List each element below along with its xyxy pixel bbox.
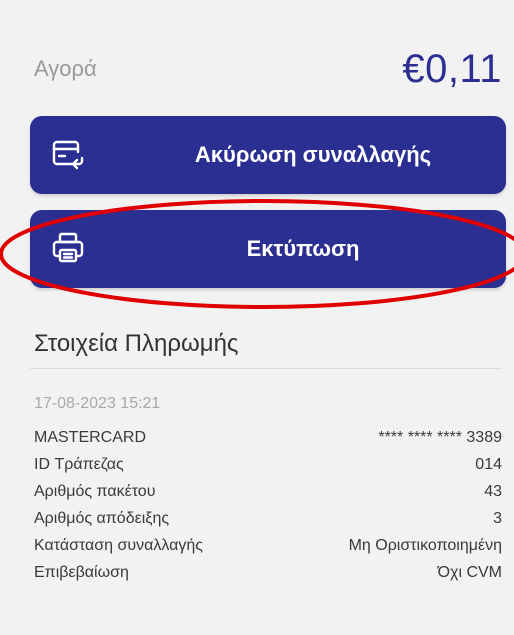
print-button[interactable]: Εκτύπωση <box>30 210 506 288</box>
detail-label: Κατάσταση συναλλαγής <box>34 536 203 554</box>
payment-details-list: MASTERCARD **** **** **** 3389 ID Τράπεζ… <box>34 424 502 586</box>
print-label: Εκτύπωση <box>246 236 360 261</box>
purchase-label: Αγορά <box>34 56 97 81</box>
detail-row-card: MASTERCARD **** **** **** 3389 <box>34 424 502 451</box>
transaction-date: 17-08-2023 15:21 <box>34 395 161 412</box>
detail-label: Αριθμός πακέτου <box>34 482 156 500</box>
detail-value: 3 <box>493 509 502 527</box>
detail-value: **** **** **** 3389 <box>378 428 502 446</box>
detail-label: Αριθμός απόδειξης <box>34 509 170 527</box>
detail-label: ID Τράπεζας <box>34 455 124 473</box>
detail-value: Μη Οριστικοποιημένη <box>348 536 502 554</box>
detail-row-receipt-number: Αριθμός απόδειξης 3 <box>34 505 502 532</box>
detail-value: 43 <box>484 482 502 500</box>
purchase-amount: €0,11 <box>402 46 502 91</box>
section-divider <box>30 368 502 369</box>
detail-row-transaction-status: Κατάσταση συναλλαγής Μη Οριστικοποιημένη <box>34 532 502 559</box>
detail-row-bank-id: ID Τράπεζας 014 <box>34 451 502 478</box>
detail-value: Όχι CVM <box>437 563 502 581</box>
cancel-transaction-button[interactable]: Ακύρωση συναλλαγής <box>30 116 506 194</box>
detail-row-batch-number: Αριθμός πακέτου 43 <box>34 478 502 505</box>
payment-details-title: Στοιχεία Πληρωμής <box>34 330 239 357</box>
detail-row-verification: Επιβεβαίωση Όχι CVM <box>34 559 502 586</box>
detail-value: 014 <box>475 455 502 473</box>
purchase-summary: Αγορά €0,11 <box>34 44 502 94</box>
cancel-transaction-label: Ακύρωση συναλλαγής <box>194 142 432 167</box>
detail-label: Επιβεβαίωση <box>34 563 129 581</box>
detail-label: MASTERCARD <box>34 428 147 446</box>
